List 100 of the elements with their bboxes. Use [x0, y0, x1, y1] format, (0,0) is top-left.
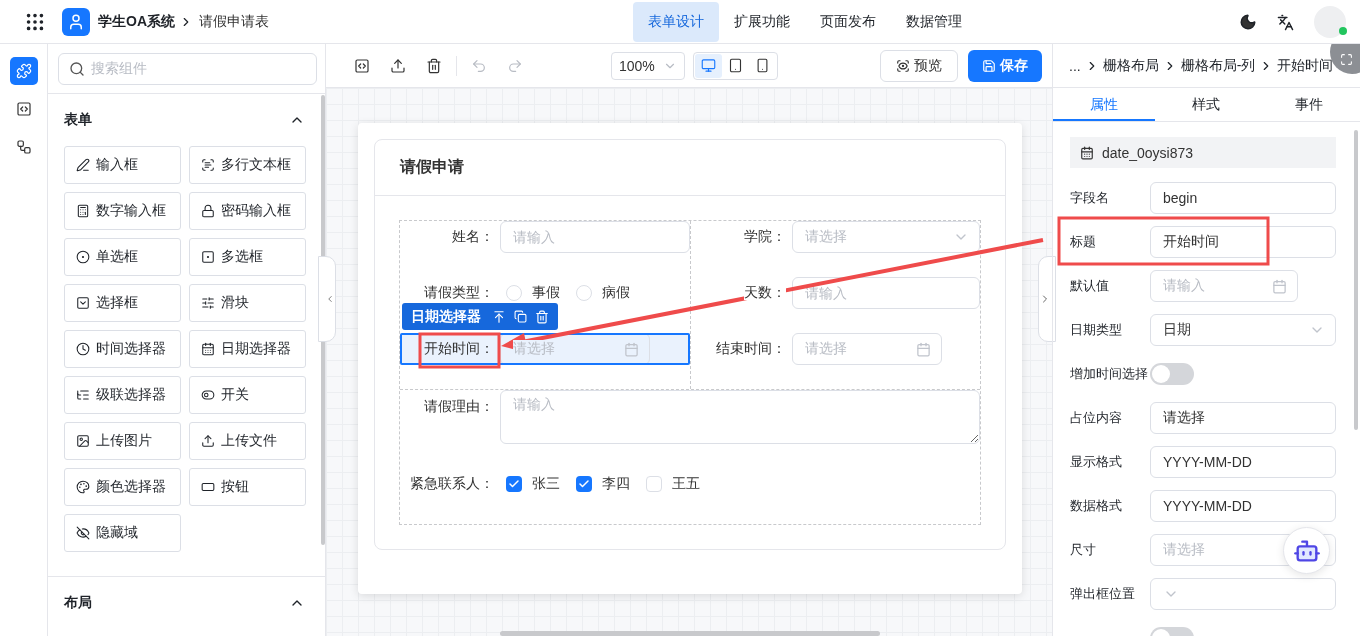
panel-tab[interactable]: 事件: [1257, 88, 1360, 121]
check-icon: [508, 478, 520, 490]
slider-icon: [201, 296, 215, 310]
list-tree-icon: [76, 388, 90, 402]
component-button[interactable]: 上传文件: [189, 422, 306, 460]
breadcrumb-link[interactable]: 栅格布局-列: [1180, 56, 1256, 75]
radio-button[interactable]: [576, 285, 592, 301]
copy-icon[interactable]: [514, 310, 527, 323]
component-id: date_0oysi873: [1102, 144, 1194, 161]
text-area[interactable]: 请输入: [500, 390, 980, 444]
tree-icon: [15, 139, 32, 155]
checkbox[interactable]: [506, 476, 522, 492]
component-button[interactable]: 隐藏域: [64, 514, 181, 552]
lock-icon: [201, 204, 215, 218]
property-label: 弹出框位置: [1070, 585, 1136, 603]
option-label: 张三: [532, 475, 560, 493]
puzzle-icon: [15, 63, 32, 79]
text-field[interactable]: 请输入: [500, 221, 690, 253]
component-button[interactable]: 选择框: [64, 284, 181, 322]
avatar[interactable]: [1314, 6, 1346, 38]
code-icon: [354, 57, 370, 74]
apps-grid-icon[interactable]: [24, 11, 46, 33]
component-button[interactable]: 单选框: [64, 238, 181, 276]
checkbox[interactable]: [646, 476, 662, 492]
nav-tab[interactable]: 页面发布: [805, 2, 891, 42]
preview-button[interactable]: 预览: [880, 49, 958, 82]
search-icon: [69, 61, 85, 77]
panel-tab[interactable]: 样式: [1155, 88, 1258, 121]
calendar-icon: [916, 341, 931, 357]
property-label: 默认值: [1070, 277, 1110, 295]
text-field[interactable]: 开始时间: [1150, 226, 1336, 258]
text-field[interactable]: 请选择: [1150, 402, 1336, 434]
calendar-icon: [1080, 145, 1094, 160]
checkbox-icon: [201, 250, 215, 264]
chat-bot-button[interactable]: [1283, 527, 1330, 574]
field-label: 天数：: [744, 284, 786, 300]
page-title: 请假申请表: [199, 13, 269, 31]
component-button[interactable]: 上传图片: [64, 422, 181, 460]
select-field[interactable]: [1150, 578, 1336, 610]
component-button[interactable]: 数字输入框: [64, 192, 181, 230]
calendar-icon: [624, 341, 639, 357]
user-icon: [67, 13, 85, 31]
zoom-select[interactable]: 100%: [611, 51, 685, 80]
nav-tab[interactable]: 表单设计: [633, 2, 719, 42]
save-button[interactable]: 保存: [968, 49, 1042, 82]
component-button[interactable]: 滑块: [189, 284, 306, 322]
component-button[interactable]: 多行文本框: [189, 146, 306, 184]
component-button[interactable]: 多选框: [189, 238, 306, 276]
nav-tab[interactable]: 数据管理: [891, 2, 977, 42]
property-label: 尺寸: [1070, 541, 1097, 559]
component-button[interactable]: 日期选择器: [189, 330, 306, 368]
translate-icon[interactable]: [1277, 13, 1294, 31]
move-up-icon[interactable]: [492, 309, 506, 324]
text-field[interactable]: YYYY-MM-DD: [1150, 490, 1336, 522]
breadcrumb-link[interactable]: ...: [1069, 57, 1081, 74]
app-name: 学生OA系统: [98, 13, 175, 31]
property-label: 字段名: [1070, 189, 1110, 207]
component-button[interactable]: 密码输入框: [189, 192, 306, 230]
checkbox[interactable]: [576, 476, 592, 492]
tablet-icon: [728, 58, 743, 73]
panel-tab[interactable]: 属性: [1053, 88, 1156, 121]
breadcrumb-link[interactable]: 开始时间: [1277, 56, 1334, 75]
toggle-switch[interactable]: [1150, 363, 1194, 385]
collapse-handle[interactable]: [318, 256, 336, 342]
component-button[interactable]: 时间选择器: [64, 330, 181, 368]
option-label: 李四: [602, 475, 630, 493]
upload-icon: [390, 57, 406, 74]
dropdown-icon: [76, 296, 90, 310]
clock-icon: [76, 342, 90, 356]
calendar-icon: [201, 342, 215, 356]
component-button[interactable]: 级联选择器: [64, 376, 181, 414]
breadcrumb-link[interactable]: 栅格布局: [1102, 56, 1159, 75]
pen-icon: [76, 158, 90, 172]
component-button[interactable]: 颜色选择器: [64, 468, 181, 506]
radio-button[interactable]: [506, 285, 522, 301]
section-title: 表单: [64, 111, 92, 129]
text-field[interactable]: 请输入: [792, 277, 980, 309]
button-shape-icon: [201, 480, 215, 494]
component-button[interactable]: 开关: [189, 376, 306, 414]
save-icon: [982, 58, 996, 73]
rail-button[interactable]: [9, 57, 38, 85]
trash-icon[interactable]: [535, 309, 549, 324]
image-icon: [76, 434, 90, 448]
redo-icon: [507, 57, 523, 74]
text-field[interactable]: YYYY-MM-DD: [1150, 446, 1336, 478]
property-label: 显示格式: [1070, 453, 1123, 471]
number-icon: [76, 204, 90, 218]
component-button[interactable]: 按钮: [189, 468, 306, 506]
moon-icon[interactable]: [1239, 13, 1257, 31]
code-icon: [15, 101, 32, 117]
toggle-icon: [201, 388, 215, 402]
select-field[interactable]: 日期: [1150, 314, 1336, 346]
eye-icon: [896, 58, 910, 73]
text-field[interactable]: begin: [1150, 182, 1336, 214]
undo-icon: [471, 57, 487, 74]
nav-tab[interactable]: 扩展功能: [719, 2, 805, 42]
trash-icon: [426, 57, 442, 74]
component-button[interactable]: 输入框: [64, 146, 181, 184]
property-label: 日期类型: [1070, 321, 1123, 339]
check-icon: [578, 478, 590, 490]
